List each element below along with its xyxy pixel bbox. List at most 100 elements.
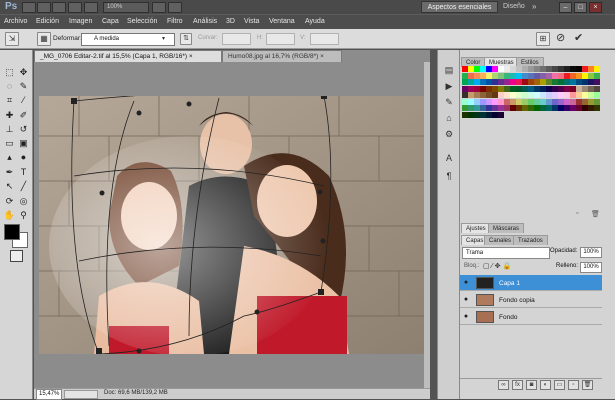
swatch[interactable] [576, 105, 582, 111]
quick-mask-icon[interactable] [10, 250, 23, 262]
swatch[interactable] [480, 85, 486, 92]
tab-channels[interactable]: Canales [484, 235, 517, 245]
swatch[interactable] [552, 79, 558, 85]
swatch[interactable] [492, 105, 498, 111]
swatch[interactable] [582, 105, 588, 111]
opacity-field[interactable]: 100% [580, 247, 602, 258]
healing-brush-icon[interactable]: ✚ [3, 109, 16, 121]
tab-masks[interactable]: Máscaras [488, 223, 525, 233]
swatch[interactable] [492, 98, 498, 105]
swatch[interactable] [468, 98, 474, 105]
swatch[interactable] [594, 66, 600, 72]
blend-mode-select[interactable]: Trama [462, 247, 550, 259]
swatch[interactable] [534, 105, 540, 111]
clone-source-icon[interactable]: ⌂ [443, 112, 455, 124]
swatch[interactable] [540, 85, 546, 92]
swatch[interactable] [522, 105, 528, 111]
swatch[interactable] [486, 105, 492, 111]
new-swatch-icon[interactable]: ▫ [576, 210, 578, 217]
trash-icon[interactable]: 🗑 [582, 380, 593, 390]
3d-orbit-icon[interactable]: ◎ [17, 195, 30, 207]
swatch[interactable] [504, 85, 510, 92]
menu-vista[interactable]: Vista [244, 18, 259, 25]
swatch[interactable] [510, 79, 516, 85]
swatch[interactable] [498, 79, 504, 85]
swatch[interactable] [486, 79, 492, 85]
character-panel-icon[interactable]: A [443, 152, 455, 164]
swatch[interactable] [570, 66, 576, 72]
swatch[interactable] [528, 66, 534, 72]
history-brush-icon[interactable]: ↺ [17, 123, 30, 135]
swatch[interactable] [582, 66, 588, 72]
swatch[interactable] [468, 105, 474, 111]
swatch[interactable] [588, 105, 594, 111]
swatch[interactable] [504, 66, 510, 72]
pen-tool-icon[interactable]: ✒ [3, 166, 16, 178]
horizontal-field[interactable] [266, 33, 295, 45]
swatch[interactable] [540, 92, 546, 98]
swatch[interactable] [462, 98, 468, 105]
vertical-field[interactable] [310, 33, 339, 45]
swatch[interactable] [528, 105, 534, 111]
swatch[interactable] [534, 72, 540, 79]
swatch[interactable] [522, 92, 528, 98]
swatch[interactable] [552, 85, 558, 92]
link-icon[interactable]: ∞ [498, 380, 509, 390]
swatch[interactable] [558, 92, 564, 98]
curve-field[interactable] [222, 33, 251, 45]
document-size-info[interactable]: Doc: 69,6 MB/139,2 MB [104, 390, 168, 396]
swatch[interactable] [564, 79, 570, 85]
brush-tool-icon[interactable]: ✐ [17, 109, 30, 121]
swatch[interactable] [516, 92, 522, 98]
document-tab-active[interactable]: _MG_0706 Editar-2.tif al 15,5% (Capa 1, … [34, 50, 222, 62]
swatch[interactable] [516, 98, 522, 105]
swatch[interactable] [552, 72, 558, 79]
tool-presets-icon[interactable]: ⚙ [443, 128, 455, 140]
tool-preset-icon[interactable]: ⇲ [5, 32, 19, 46]
maximize-button[interactable]: □ [574, 2, 587, 13]
swatch[interactable] [462, 79, 468, 85]
swatch[interactable] [468, 85, 474, 92]
more-workspaces-button[interactable]: » [532, 1, 536, 13]
deform-style-select[interactable]: A medida [81, 33, 175, 46]
swatch[interactable] [468, 111, 474, 118]
image-canvas[interactable] [39, 96, 425, 354]
hand-icon[interactable]: ✋ [3, 209, 16, 221]
swatch[interactable] [588, 79, 594, 85]
swatch[interactable] [546, 66, 552, 72]
history-panel-icon[interactable]: ▤ [443, 64, 455, 76]
swatch[interactable] [498, 66, 504, 72]
eye-icon[interactable]: ● [462, 313, 470, 321]
swatch[interactable] [588, 85, 594, 92]
swatch[interactable] [576, 79, 582, 85]
swatch[interactable] [486, 111, 492, 118]
swatch[interactable] [498, 111, 504, 118]
menu-archivo[interactable]: Archivo [4, 18, 27, 25]
swatch[interactable] [486, 85, 492, 92]
swatch[interactable] [582, 92, 588, 98]
swatch[interactable] [480, 111, 486, 118]
swatch[interactable] [474, 66, 480, 72]
swatch[interactable] [516, 66, 522, 72]
swatch[interactable] [570, 79, 576, 85]
swatch[interactable] [546, 85, 552, 92]
swatch[interactable] [504, 72, 510, 79]
menu-ventana[interactable]: Ventana [269, 18, 295, 25]
workspace-essentials-button[interactable]: Aspectos esenciales [421, 1, 498, 13]
swatch[interactable] [486, 92, 492, 98]
swatch[interactable] [552, 98, 558, 105]
swatch[interactable] [564, 105, 570, 111]
swatch[interactable] [576, 66, 582, 72]
swatch[interactable] [534, 98, 540, 105]
zoom-icon[interactable]: ⚲ [17, 209, 30, 221]
layer-name-capa1[interactable]: Capa 1 [499, 280, 520, 287]
swatch[interactable] [522, 79, 528, 85]
swatch[interactable] [540, 72, 546, 79]
swatch[interactable] [570, 98, 576, 105]
swatch[interactable] [462, 105, 468, 111]
swatch[interactable] [510, 105, 516, 111]
swatch[interactable] [468, 92, 474, 98]
swatch[interactable] [576, 98, 582, 105]
swatch[interactable] [546, 92, 552, 98]
eyedropper-tool-icon[interactable]: ⁄ [17, 94, 30, 106]
